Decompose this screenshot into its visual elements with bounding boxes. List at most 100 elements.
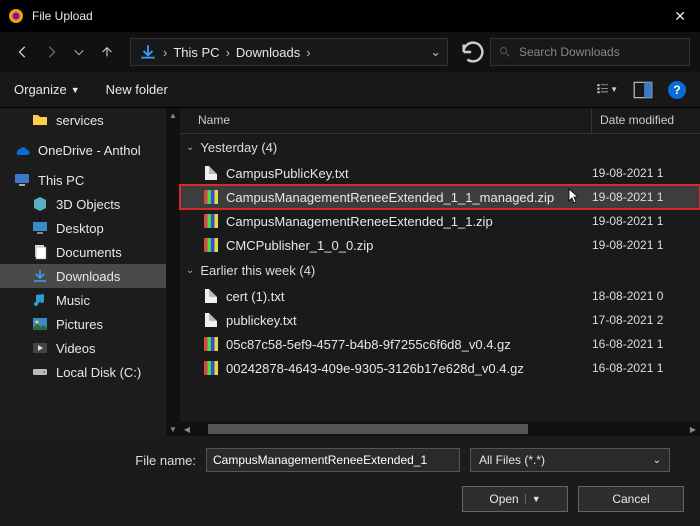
search-icon <box>499 46 511 58</box>
sidebar-item-desktop[interactable]: Desktop <box>0 216 180 240</box>
navigation-sidebar: services OneDrive - Anthol This PC 3D Ob… <box>0 108 180 436</box>
sidebar-item-services[interactable]: services <box>0 108 180 132</box>
file-name: 00242878-4643-409e-9305-3126b17e628d_v0.… <box>226 361 592 376</box>
sidebar-item-label: 3D Objects <box>56 197 120 212</box>
firefox-icon <box>8 8 24 24</box>
chevron-down-icon[interactable]: ⌄ <box>428 44 443 60</box>
chevron-right-icon[interactable]: › <box>304 45 312 60</box>
scrollbar-thumb[interactable] <box>208 424 528 434</box>
file-date: 19-08-2021 1 <box>592 190 700 204</box>
zip-icon <box>202 237 220 253</box>
chevron-right-icon[interactable]: › <box>224 45 232 60</box>
file-name: cert (1).txt <box>226 289 592 304</box>
this-pc-icon <box>14 172 30 188</box>
file-name: CampusPublicKey.txt <box>226 166 592 181</box>
horizontal-scrollbar[interactable]: ◀▶ <box>180 422 700 436</box>
list-header: Name Date modified <box>180 108 700 134</box>
file-row[interactable]: CampusManagementReneeExtended_1_1_manage… <box>180 185 700 209</box>
nav-toolbar: › This PC › Downloads › ⌄ Search Downloa… <box>0 32 700 72</box>
file-name: publickey.txt <box>226 313 592 328</box>
open-button[interactable]: Open▼ <box>462 486 568 512</box>
sidebar-item-label: Music <box>56 293 90 308</box>
file-date: 19-08-2021 1 <box>592 214 700 228</box>
view-options-button[interactable]: ▼ <box>596 79 618 101</box>
column-date[interactable]: Date modified <box>592 108 700 133</box>
file-date: 17-08-2021 2 <box>592 313 700 327</box>
file-date: 19-08-2021 1 <box>592 166 700 180</box>
breadcrumb-downloads[interactable]: Downloads <box>232 45 304 60</box>
chevron-right-icon[interactable]: › <box>161 45 169 60</box>
breadcrumb-this-pc[interactable]: This PC <box>169 45 223 60</box>
sidebar-item-this-pc[interactable]: This PC <box>0 168 180 192</box>
file-row[interactable]: publickey.txt17-08-2021 2 <box>180 308 700 332</box>
group-yesterday[interactable]: ⌄ Yesterday (4) <box>180 134 700 161</box>
file-row[interactable]: CampusManagementReneeExtended_1_1.zip19-… <box>180 209 700 233</box>
folder-icon <box>32 112 48 128</box>
sidebar-item-label: Videos <box>56 341 96 356</box>
sidebar-item-music[interactable]: Music <box>0 288 180 312</box>
txt-icon <box>202 165 220 181</box>
zip-icon <box>202 360 220 376</box>
sidebar-scrollbar[interactable]: ▲▼ <box>166 108 180 436</box>
onedrive-icon <box>14 142 30 158</box>
recent-chevron-icon[interactable] <box>66 38 92 66</box>
pictures-icon <box>32 316 48 332</box>
filter-label: All Files (*.*) <box>479 453 545 467</box>
sidebar-item-label: Documents <box>56 245 122 260</box>
new-folder-button[interactable]: New folder <box>106 82 168 97</box>
file-date: 19-08-2021 1 <box>592 238 700 252</box>
sidebar-item-label: This PC <box>38 173 84 188</box>
sidebar-item-label: Downloads <box>56 269 120 284</box>
sidebar-item-local-disk[interactable]: Local Disk (C:) <box>0 360 180 384</box>
window-titlebar: File Upload ✕ <box>0 0 700 32</box>
preview-pane-button[interactable] <box>632 79 654 101</box>
videos-icon <box>32 340 48 356</box>
3d-objects-icon <box>32 196 48 212</box>
sidebar-item-videos[interactable]: Videos <box>0 336 180 360</box>
button-label: Cancel <box>612 492 649 506</box>
sidebar-item-documents[interactable]: Documents <box>0 240 180 264</box>
sidebar-item-downloads[interactable]: Downloads <box>0 264 180 288</box>
file-row[interactable]: 05c87c58-5ef9-4577-b4b8-9f7255c6f6d8_v0.… <box>180 332 700 356</box>
disk-icon <box>32 364 48 380</box>
downloads-icon <box>32 268 48 284</box>
chevron-down-icon: ⌄ <box>186 265 194 276</box>
group-earlier[interactable]: ⌄ Earlier this week (4) <box>180 257 700 284</box>
zip-icon <box>202 213 220 229</box>
organize-label: Organize <box>14 82 67 97</box>
documents-icon <box>32 244 48 260</box>
search-input[interactable]: Search Downloads <box>490 38 690 66</box>
file-type-filter[interactable]: All Files (*.*) ⌄ <box>470 448 670 472</box>
refresh-button[interactable] <box>458 37 488 67</box>
help-button[interactable]: ? <box>668 81 686 99</box>
back-button[interactable] <box>10 38 36 66</box>
zip-icon <box>202 336 220 352</box>
sidebar-item-pictures[interactable]: Pictures <box>0 312 180 336</box>
file-row[interactable]: CampusPublicKey.txt19-08-2021 1 <box>180 161 700 185</box>
sidebar-item-3d-objects[interactable]: 3D Objects <box>0 192 180 216</box>
breadcrumb[interactable]: › This PC › Downloads › ⌄ <box>130 38 448 66</box>
cancel-button[interactable]: Cancel <box>578 486 684 512</box>
txt-icon <box>202 288 220 304</box>
file-name: CMCPublisher_1_0_0.zip <box>226 238 592 253</box>
close-icon[interactable]: ✕ <box>652 8 692 25</box>
music-icon <box>32 292 48 308</box>
file-row[interactable]: cert (1).txt18-08-2021 0 <box>180 284 700 308</box>
command-toolbar: Organize ▼ New folder ▼ ? <box>0 72 700 108</box>
file-row[interactable]: 00242878-4643-409e-9305-3126b17e628d_v0.… <box>180 356 700 380</box>
up-button[interactable] <box>94 38 120 66</box>
filename-input[interactable] <box>206 448 460 472</box>
window-title: File Upload <box>32 9 652 23</box>
chevron-down-icon: ⌄ <box>186 142 194 153</box>
column-name[interactable]: Name <box>180 108 592 133</box>
forward-button[interactable] <box>38 38 64 66</box>
chevron-down-icon: ⌄ <box>653 455 661 466</box>
file-date: 16-08-2021 1 <box>592 361 700 375</box>
organize-menu[interactable]: Organize ▼ <box>14 82 80 97</box>
sidebar-item-onedrive[interactable]: OneDrive - Anthol <box>0 138 180 162</box>
desktop-icon <box>32 220 48 236</box>
chevron-down-icon: ▼ <box>525 494 541 504</box>
group-label: Earlier this week (4) <box>200 263 315 278</box>
file-name: CampusManagementReneeExtended_1_1_manage… <box>226 190 592 205</box>
file-row[interactable]: CMCPublisher_1_0_0.zip19-08-2021 1 <box>180 233 700 257</box>
